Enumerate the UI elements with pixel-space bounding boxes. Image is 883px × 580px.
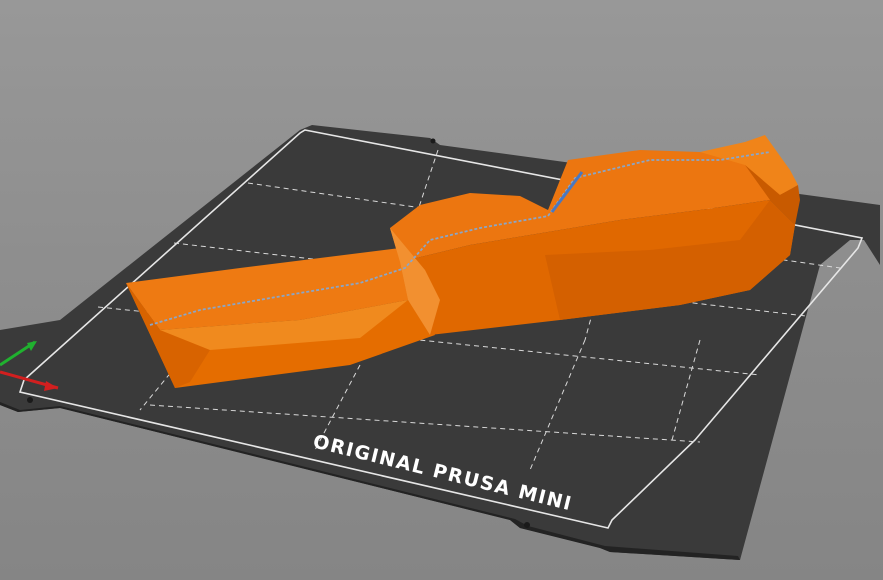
- bed-hole: [430, 138, 436, 144]
- bed-hole: [524, 522, 530, 528]
- bed-hole: [27, 397, 33, 403]
- 3d-viewport[interactable]: ORIGINAL PRUSA MINI: [0, 0, 883, 580]
